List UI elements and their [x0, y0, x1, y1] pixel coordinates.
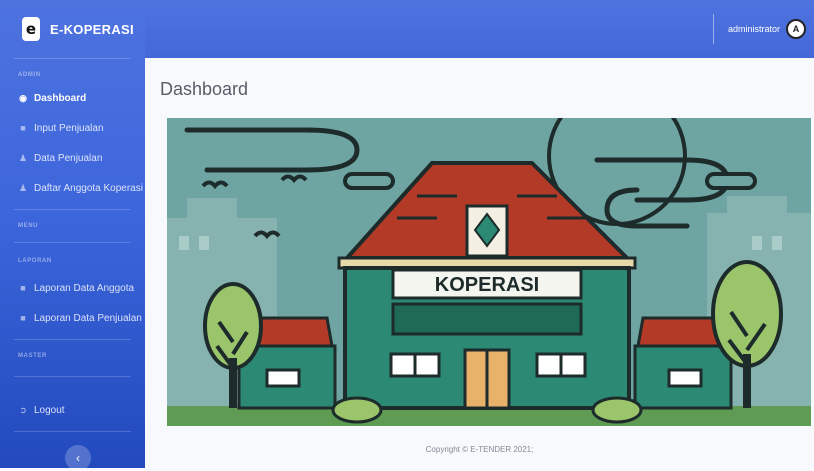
- app-root: e E-KOPERASI ADMIN ◉ Dashboard ■ Input P…: [0, 0, 814, 471]
- folder-icon: ■: [20, 313, 26, 323]
- brand-name: E-KOPERASI: [50, 21, 134, 37]
- brand[interactable]: e E-KOPERASI: [0, 0, 145, 58]
- folder-icon: ■: [20, 123, 26, 133]
- sidebar-heading-admin: ADMIN: [18, 72, 41, 78]
- logout-icon: ➲: [19, 404, 27, 415]
- brand-logo-icon: e: [22, 17, 40, 41]
- sidebar-item-daftar-anggota[interactable]: ♟ Daftar Anggota Koperasi: [0, 173, 145, 203]
- sidebar-item-logout[interactable]: ➲ Logout: [0, 395, 145, 425]
- topbar-divider: [712, 14, 714, 44]
- chevron-left-icon: ‹: [76, 451, 80, 465]
- sidebar-item-label: Dashboard: [34, 92, 87, 104]
- sidebar-item-laporan-anggota[interactable]: ■ Laporan Data Anggota: [0, 273, 145, 303]
- user-icon: ♟: [18, 152, 28, 163]
- sidebar-divider: [14, 242, 131, 243]
- sidebar-heading-master: MASTER: [18, 353, 47, 359]
- sidebar-divider: [14, 58, 131, 59]
- sidebar-toggle-button[interactable]: ‹: [65, 445, 91, 471]
- sidebar-item-input-penjualan[interactable]: ■ Input Penjualan: [0, 113, 145, 143]
- sidebar-item-label: Input Penjualan: [34, 122, 104, 134]
- sidebar-item-dashboard[interactable]: ◉ Dashboard: [0, 83, 145, 113]
- topbar: administrator A: [145, 0, 814, 58]
- sidebar-divider: [14, 209, 131, 210]
- koperasi-banner-image: KOPERASI: [167, 118, 811, 426]
- sidebar-item-label: Laporan Data Penjualan: [34, 312, 142, 324]
- sidebar-heading-menu: MENU: [18, 223, 39, 229]
- sidebar-item-label: Data Penjualan: [34, 152, 103, 164]
- username: administrator: [727, 24, 780, 34]
- avatar: A: [786, 19, 806, 39]
- dashboard-icon: ◉: [19, 92, 27, 103]
- banner-sign-text: KOPERASI: [435, 274, 539, 296]
- sidebar-divider: [14, 339, 131, 340]
- sidebar-item-label: Daftar Anggota Koperasi: [34, 182, 143, 194]
- sidebar-divider: [14, 376, 131, 377]
- sidebar-item-label: Laporan Data Anggota: [34, 282, 135, 294]
- sidebar-heading-laporan: LAPORAN: [18, 258, 52, 264]
- page-title: Dashboard: [160, 79, 249, 99]
- sidebar-item-label: Logout: [34, 404, 65, 416]
- user-icon: ♟: [18, 182, 28, 193]
- sidebar-divider: [14, 431, 131, 432]
- sidebar-item-laporan-penjualan[interactable]: ■ Laporan Data Penjualan: [0, 303, 145, 333]
- folder-icon: ■: [20, 283, 26, 293]
- footer-copyright: Copyright © E-TENDER 2021;: [425, 445, 534, 454]
- sidebar: e E-KOPERASI ADMIN ◉ Dashboard ■ Input P…: [0, 0, 145, 471]
- user-dropdown[interactable]: administrator A: [728, 19, 806, 39]
- sidebar-item-data-penjualan[interactable]: ♟ Data Penjualan: [0, 143, 145, 173]
